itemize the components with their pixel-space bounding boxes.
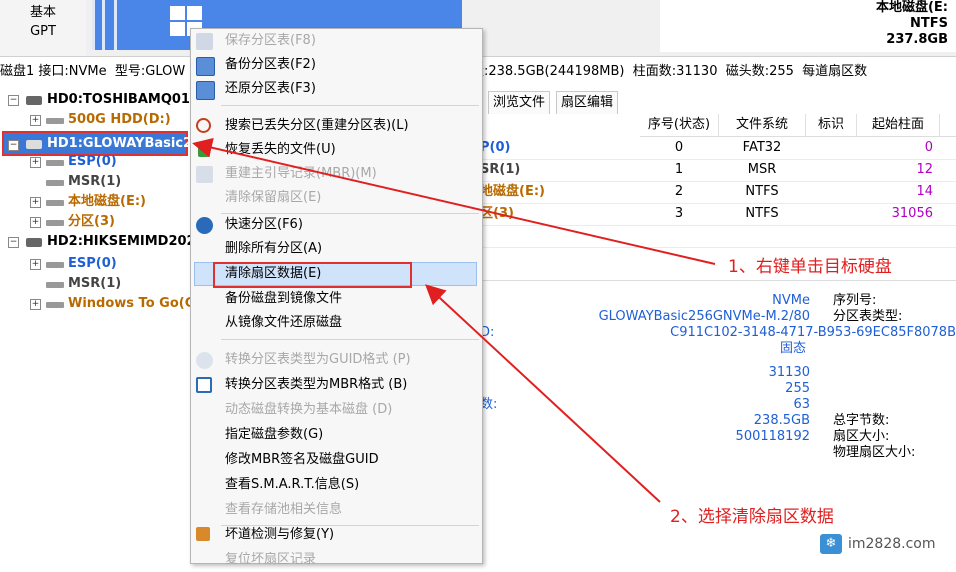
annotation-step1: 1、右键单击目标硬盘 — [728, 257, 892, 277]
annotation-arrows — [192, 137, 716, 503]
watermark: ❄ im2828.com — [820, 532, 952, 556]
annotation-step2: 2、选择清除扇区数据 — [670, 507, 834, 527]
watermark-text: im2828.com — [848, 536, 936, 552]
arrow-step1 — [192, 137, 716, 265]
arrow-step2 — [425, 284, 661, 503]
snowflake-icon: ❄ — [820, 534, 842, 554]
